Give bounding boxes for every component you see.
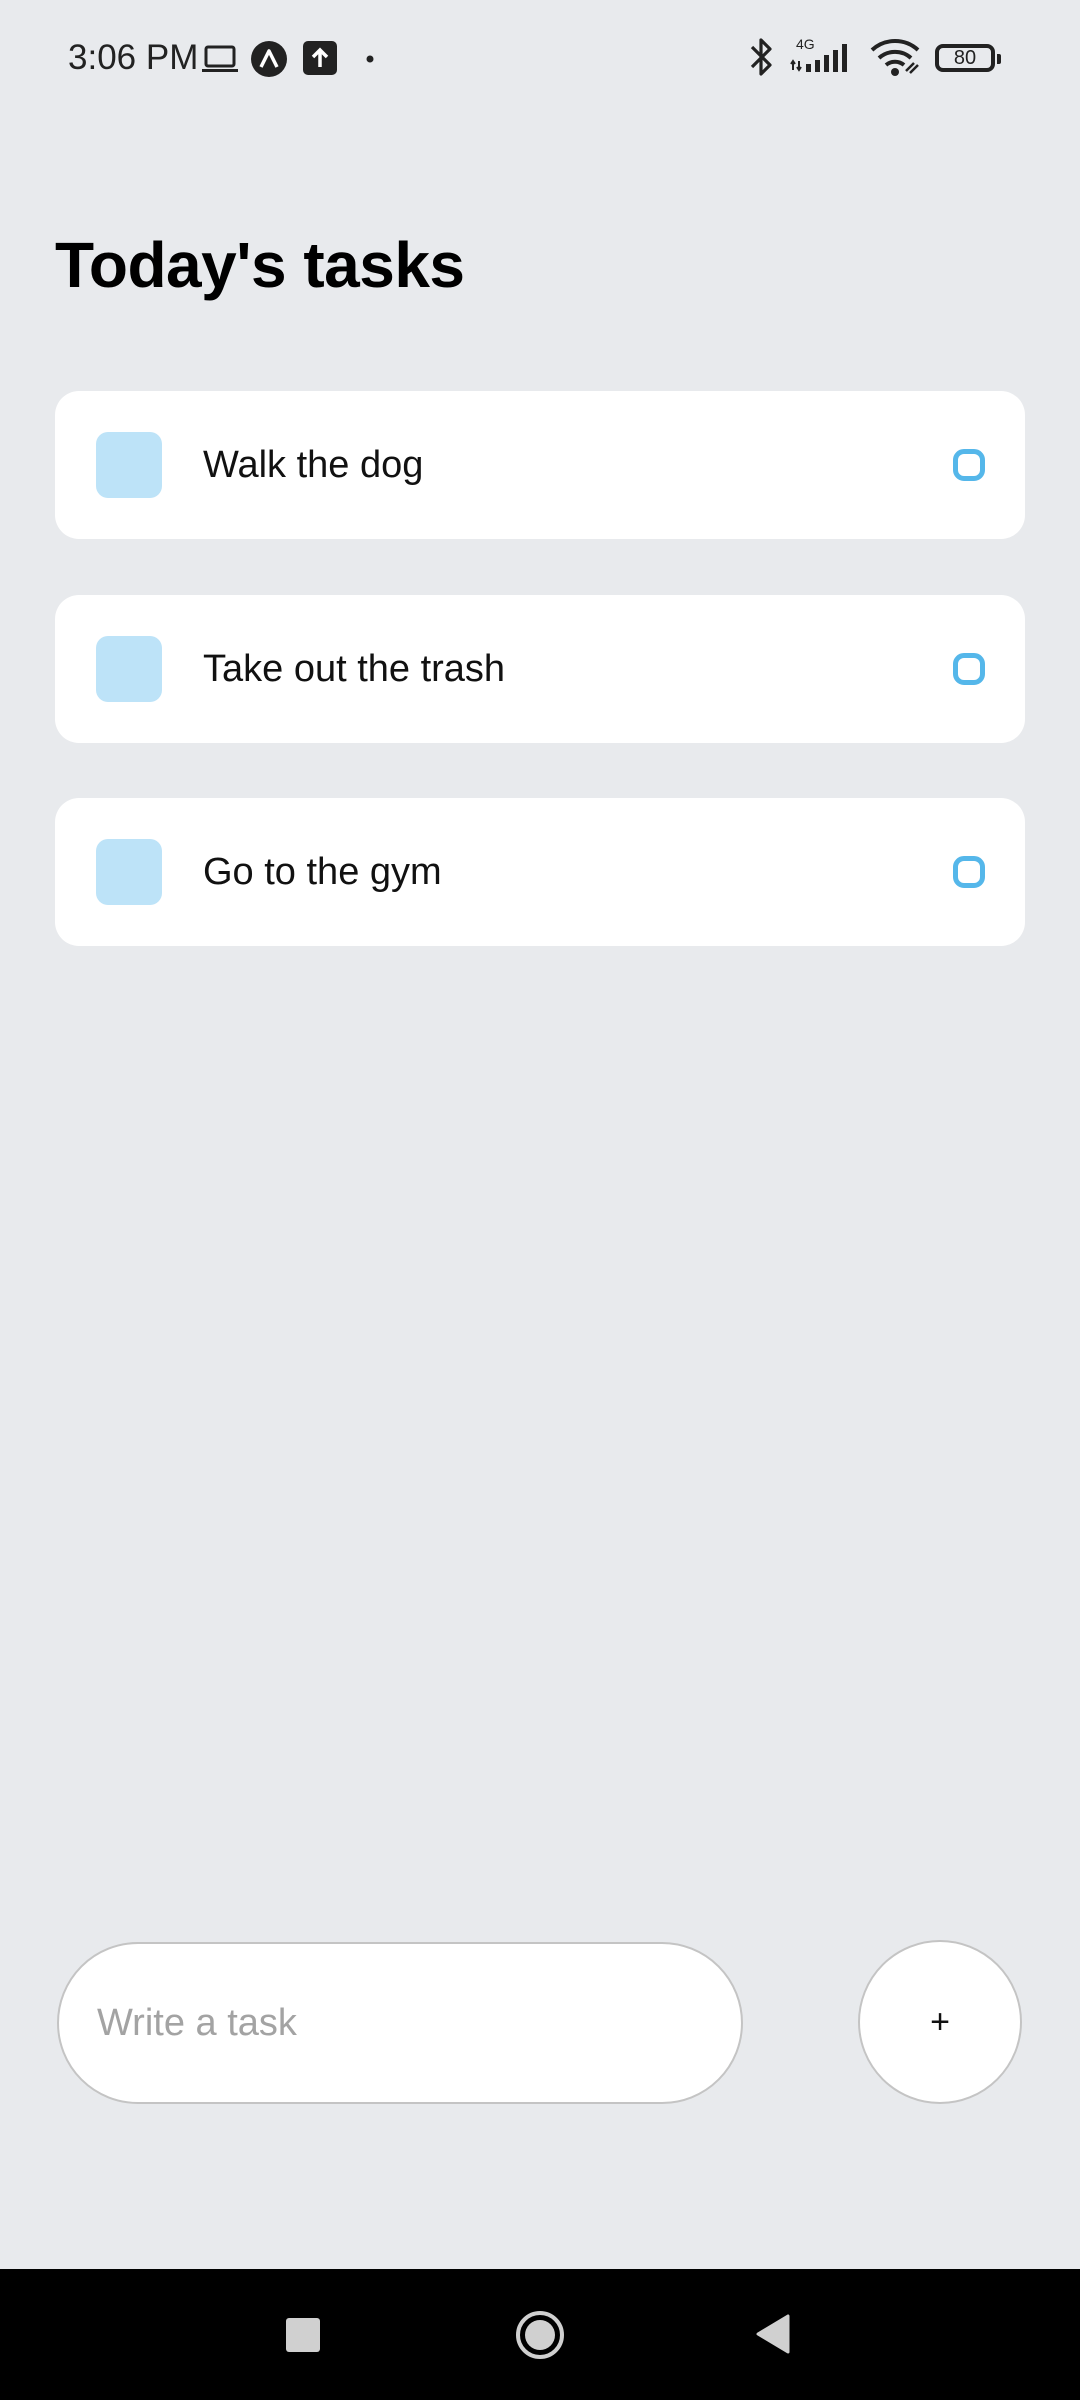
battery-icon: 80	[935, 44, 1001, 72]
page-title: Today's tasks	[55, 229, 465, 301]
home-circle-icon[interactable]	[514, 2309, 566, 2361]
navigation-bar	[0, 2269, 1080, 2400]
status-bar: 3:06 PM 4G 80	[0, 0, 1080, 118]
signal-4g-icon: 4G	[790, 36, 858, 76]
task-item[interactable]: Walk the dog	[55, 391, 1025, 539]
task-status-icon[interactable]	[953, 653, 985, 685]
task-square[interactable]	[96, 839, 162, 905]
task-square[interactable]	[96, 432, 162, 498]
task-square[interactable]	[96, 636, 162, 702]
recents-square-icon[interactable]	[284, 2316, 322, 2354]
task-label: Go to the gym	[203, 851, 442, 893]
task-status-icon[interactable]	[953, 449, 985, 481]
status-time: 3:06 PM	[68, 38, 199, 77]
bluetooth-icon	[750, 38, 772, 76]
add-task-button[interactable]: +	[858, 1940, 1022, 2104]
task-item[interactable]: Take out the trash	[55, 595, 1025, 743]
task-label: Walk the dog	[203, 444, 424, 486]
task-status-icon[interactable]	[953, 856, 985, 888]
task-label: Take out the trash	[203, 648, 506, 690]
task-item[interactable]: Go to the gym	[55, 798, 1025, 946]
task-input[interactable]	[57, 1942, 743, 2104]
app-a-icon	[251, 41, 287, 77]
back-triangle-icon[interactable]	[754, 2313, 792, 2355]
dot-icon	[366, 55, 374, 63]
upload-icon	[303, 41, 337, 75]
laptop-icon	[202, 45, 238, 72]
wifi-icon	[870, 39, 920, 76]
